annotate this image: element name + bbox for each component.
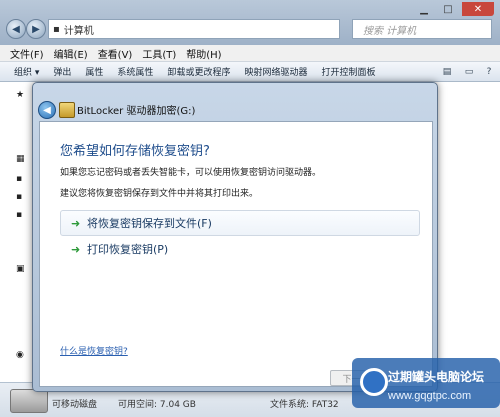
favorites-star-icon[interactable]: ★ <box>16 90 26 100</box>
address-path: 计算机 <box>63 25 94 37</box>
removable-drive-icon <box>10 389 48 413</box>
dialog-titlebar: ◀ BitLocker 驱动器加密(G:) <box>33 83 437 121</box>
dialog-description: 如果您忘记密码或者丢失智能卡，可以使用恢复密钥访问驱动器。 <box>60 168 322 178</box>
forward-arrow-icon[interactable]: ▶ <box>26 19 46 39</box>
close-button[interactable]: ✕ <box>462 2 494 16</box>
desktop-frame: ▁ □ ✕ ◀ ▶ ▪ 计算机 搜索 计算机 文件(F) 编辑(E) 查看(V)… <box>0 0 500 417</box>
toolbar-system-properties[interactable]: 系统属性 <box>117 65 153 78</box>
maximize-button[interactable]: □ <box>436 2 460 16</box>
toolbar-control-panel[interactable]: 打开控制面板 <box>321 65 375 78</box>
help-icon[interactable]: ? <box>482 65 496 79</box>
print-key-option[interactable]: ➜ 打印恢复密钥(P) <box>60 236 420 262</box>
menu-help[interactable]: 帮助(H) <box>186 46 221 61</box>
bitlocker-dialog: ◀ BitLocker 驱动器加密(G:) 您希望如何存储恢复密钥? 如果您忘记… <box>32 82 438 392</box>
toolbar-properties[interactable]: 属性 <box>85 65 103 78</box>
dialog-content: 您希望如何存储恢复密钥? 如果您忘记密码或者丢失智能卡，可以使用恢复密钥访问驱动… <box>39 121 433 387</box>
folder-icon[interactable]: ▪ <box>16 210 26 220</box>
option-label: 打印恢复密钥(P) <box>87 243 169 256</box>
command-toolbar: 组织 ▾ 弹出 属性 系统属性 卸载或更改程序 映射网络驱动器 打开控制面板 ▤… <box>0 62 500 82</box>
preview-pane-icon[interactable]: ▭ <box>462 65 476 79</box>
dialog-title: BitLocker 驱动器加密(G:) <box>77 106 196 117</box>
address-bar[interactable]: ▪ 计算机 <box>48 19 340 39</box>
what-is-recovery-key-link[interactable]: 什么是恢复密钥? <box>60 344 128 357</box>
library-icon[interactable]: ▦ <box>16 154 26 164</box>
menu-tools[interactable]: 工具(T) <box>142 46 176 61</box>
menu-view[interactable]: 查看(V) <box>98 46 133 61</box>
minimize-button[interactable]: ▁ <box>412 2 436 16</box>
save-key-to-file-option[interactable]: ➜ 将恢复密钥保存到文件(F) <box>60 210 420 236</box>
view-options-icon[interactable]: ▤ <box>440 65 454 79</box>
watermark-url: www.gqgtpc.com <box>388 390 472 402</box>
folder-icon[interactable]: ▪ <box>16 192 26 202</box>
dialog-recommendation: 建议您将恢复密钥保存到文件中并将其打印出来。 <box>60 189 259 199</box>
green-arrow-icon: ➜ <box>71 242 81 256</box>
dialog-heading: 您希望如何存储恢复密钥? <box>60 144 210 159</box>
network-icon[interactable]: ◉ <box>16 350 26 360</box>
forum-watermark: 过期罐头电脑论坛 www.gqgtpc.com <box>352 358 500 408</box>
back-arrow-icon[interactable]: ◀ <box>6 19 26 39</box>
explorer-titlebar: ▁ □ ✕ ◀ ▶ ▪ 计算机 搜索 计算机 <box>0 0 500 45</box>
back-arrow-icon[interactable]: ◀ <box>38 101 56 119</box>
toolbar-uninstall[interactable]: 卸载或更改程序 <box>167 65 230 78</box>
watermark-title: 过期罐头电脑论坛 <box>388 370 485 384</box>
toolbar-map-drive[interactable]: 映射网络驱动器 <box>244 65 307 78</box>
computer-icon[interactable]: ▣ <box>16 264 26 274</box>
drive-type: 可移动磁盘 <box>52 400 98 410</box>
green-arrow-icon: ➜ <box>71 216 81 230</box>
toolbar-organize[interactable]: 组织 ▾ <box>14 65 39 78</box>
folder-icon[interactable]: ▪ <box>16 174 26 184</box>
filesystem: 文件系统: FAT32 <box>270 400 339 410</box>
free-space: 可用空间: 7.04 GB <box>118 400 196 410</box>
menu-bar: 文件(F) 编辑(E) 查看(V) 工具(T) 帮助(H) <box>0 45 500 62</box>
search-placeholder: 搜索 计算机 <box>363 25 417 37</box>
toolbar-eject[interactable]: 弹出 <box>53 65 71 78</box>
option-label: 将恢复密钥保存到文件(F) <box>87 217 212 230</box>
bitlocker-key-icon <box>59 102 75 118</box>
search-input[interactable]: 搜索 计算机 <box>352 19 492 39</box>
computer-icon: ▪ <box>53 23 60 35</box>
menu-file[interactable]: 文件(F) <box>10 46 44 61</box>
forum-logo-icon <box>360 368 388 396</box>
menu-edit[interactable]: 编辑(E) <box>54 46 88 61</box>
navigation-pane: ★ ▦ ▪ ▪ ▪ ▣ ◉ <box>0 82 30 382</box>
